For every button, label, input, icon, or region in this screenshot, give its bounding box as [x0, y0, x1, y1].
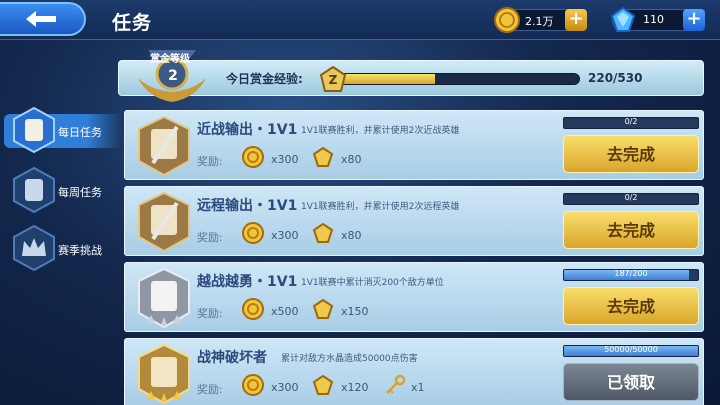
bounty-level-label: 赏金等级	[150, 54, 190, 65]
reward-label: 奖励:	[197, 231, 223, 244]
coin-reward-amount: x300	[271, 381, 299, 394]
quest-progress-text: 50000/50000	[604, 345, 658, 354]
page-title: 任务	[112, 12, 153, 34]
go-complete-button[interactable]: 去完成	[563, 135, 699, 173]
quest-card-destroyer: 战神破坏者 累计对敌方水晶造成50000点伤害 奖励: x300 x120 x1…	[124, 338, 704, 405]
claimed-button[interactable]: 已领取	[563, 363, 699, 401]
key-reward-amount: x1	[411, 381, 425, 394]
quest-title: 远程输出・1V1	[197, 198, 298, 214]
tab-season-challenge[interactable]: 赛季挑战	[4, 222, 116, 274]
tab-weekly-quests[interactable]: 每周任务	[4, 164, 116, 216]
gold-coin-icon	[242, 146, 264, 168]
coin-reward-amount: x300	[271, 153, 299, 166]
coin-amount: 2.1万	[525, 15, 554, 28]
quest-description: 1V1联赛中累计消灭200个敌方单位	[301, 278, 444, 288]
gem-icon	[312, 146, 334, 167]
top-bar: 任务 2.1万 + 110 +	[0, 0, 720, 40]
golden-key-icon	[386, 374, 406, 394]
quest-description: 累计对敌方水晶造成50000点伤害	[281, 354, 418, 364]
add-coins-button[interactable]: +	[565, 9, 587, 31]
xp-badge-icon: Z	[320, 66, 346, 92]
coin-counter: 2.1万 +	[494, 7, 587, 33]
reward-label: 奖励:	[197, 383, 223, 396]
gem-reward-amount: x80	[341, 229, 362, 242]
back-arrow-icon	[26, 11, 56, 27]
quest-card-brave: 越战越勇・1V1 1V1联赛中累计消灭200个敌方单位 奖励: x500 x15…	[124, 262, 704, 332]
quest-title: 近战输出・1V1	[197, 122, 298, 138]
daily-xp-progress-bar	[332, 73, 580, 85]
quest-scroll-emblem-icon	[138, 191, 190, 253]
reward-label: 奖励:	[197, 155, 223, 168]
scroll-icon	[13, 166, 55, 214]
coin-reward-amount: x500	[271, 305, 299, 318]
gold-coin-icon	[242, 298, 264, 320]
quest-progress-text: 0/2	[624, 117, 638, 126]
quest-description: 1V1联赛胜利，并累计使用2次远程英雄	[301, 202, 460, 212]
daily-xp-label: 今日赏金经验:	[226, 72, 303, 86]
bounty-level-number: 2	[168, 68, 178, 84]
quest-progress-bar: 0/2	[563, 193, 699, 205]
tab-daily-quests[interactable]: 每日任务	[4, 104, 122, 156]
gold-coin-icon	[242, 374, 264, 396]
back-button[interactable]	[0, 2, 86, 36]
reward-label: 奖励:	[197, 307, 223, 320]
quest-title: 越战越勇・1V1	[197, 274, 298, 290]
gem-icon	[312, 298, 334, 319]
gold-coin-icon	[242, 222, 264, 244]
coin-reward-amount: x300	[271, 229, 299, 242]
daily-xp-value: 220/530	[588, 71, 643, 85]
tab-label: 每日任务	[58, 126, 102, 139]
go-complete-button[interactable]: 去完成	[563, 287, 699, 325]
quest-progress-bar: 50000/50000	[563, 345, 699, 357]
add-gems-button[interactable]: +	[683, 9, 705, 31]
scroll-icon	[13, 106, 55, 154]
crown-icon	[13, 224, 55, 272]
quest-progress-text: 0/2	[624, 193, 638, 202]
quest-description: 1V1联赛胜利，并累计使用2次近战英雄	[301, 126, 460, 136]
gold-coin-icon	[494, 7, 520, 33]
gem-reward-amount: x120	[341, 381, 369, 394]
quest-progress-text: 187/200	[614, 269, 648, 278]
quest-scroll-emblem-icon	[138, 115, 190, 177]
tab-label: 赛季挑战	[58, 244, 102, 257]
gem-counter: 110 +	[610, 6, 705, 32]
gem-reward-amount: x150	[341, 305, 369, 318]
gem-amount: 110	[643, 13, 664, 26]
daily-xp-progress-fill	[333, 74, 436, 84]
quest-progress-bar: 187/200	[563, 269, 699, 281]
quest-silver-emblem-icon	[138, 267, 190, 329]
gem-icon	[312, 222, 334, 243]
quest-title: 战神破坏者	[197, 350, 267, 366]
quest-gold-emblem-icon	[138, 343, 190, 405]
tab-label: 每周任务	[58, 186, 102, 199]
quest-progress-bar: 0/2	[563, 117, 699, 129]
svg-text:Z: Z	[329, 73, 338, 87]
go-complete-button[interactable]: 去完成	[563, 211, 699, 249]
quest-card-melee: 近战输出・1V1 1V1联赛胜利，并累计使用2次近战英雄 奖励: x300 x8…	[124, 110, 704, 180]
gem-reward-amount: x80	[341, 153, 362, 166]
quest-card-ranged: 远程输出・1V1 1V1联赛胜利，并累计使用2次远程英雄 奖励: x300 x8…	[124, 186, 704, 256]
blue-gem-icon	[610, 6, 636, 32]
gem-icon	[312, 374, 334, 395]
